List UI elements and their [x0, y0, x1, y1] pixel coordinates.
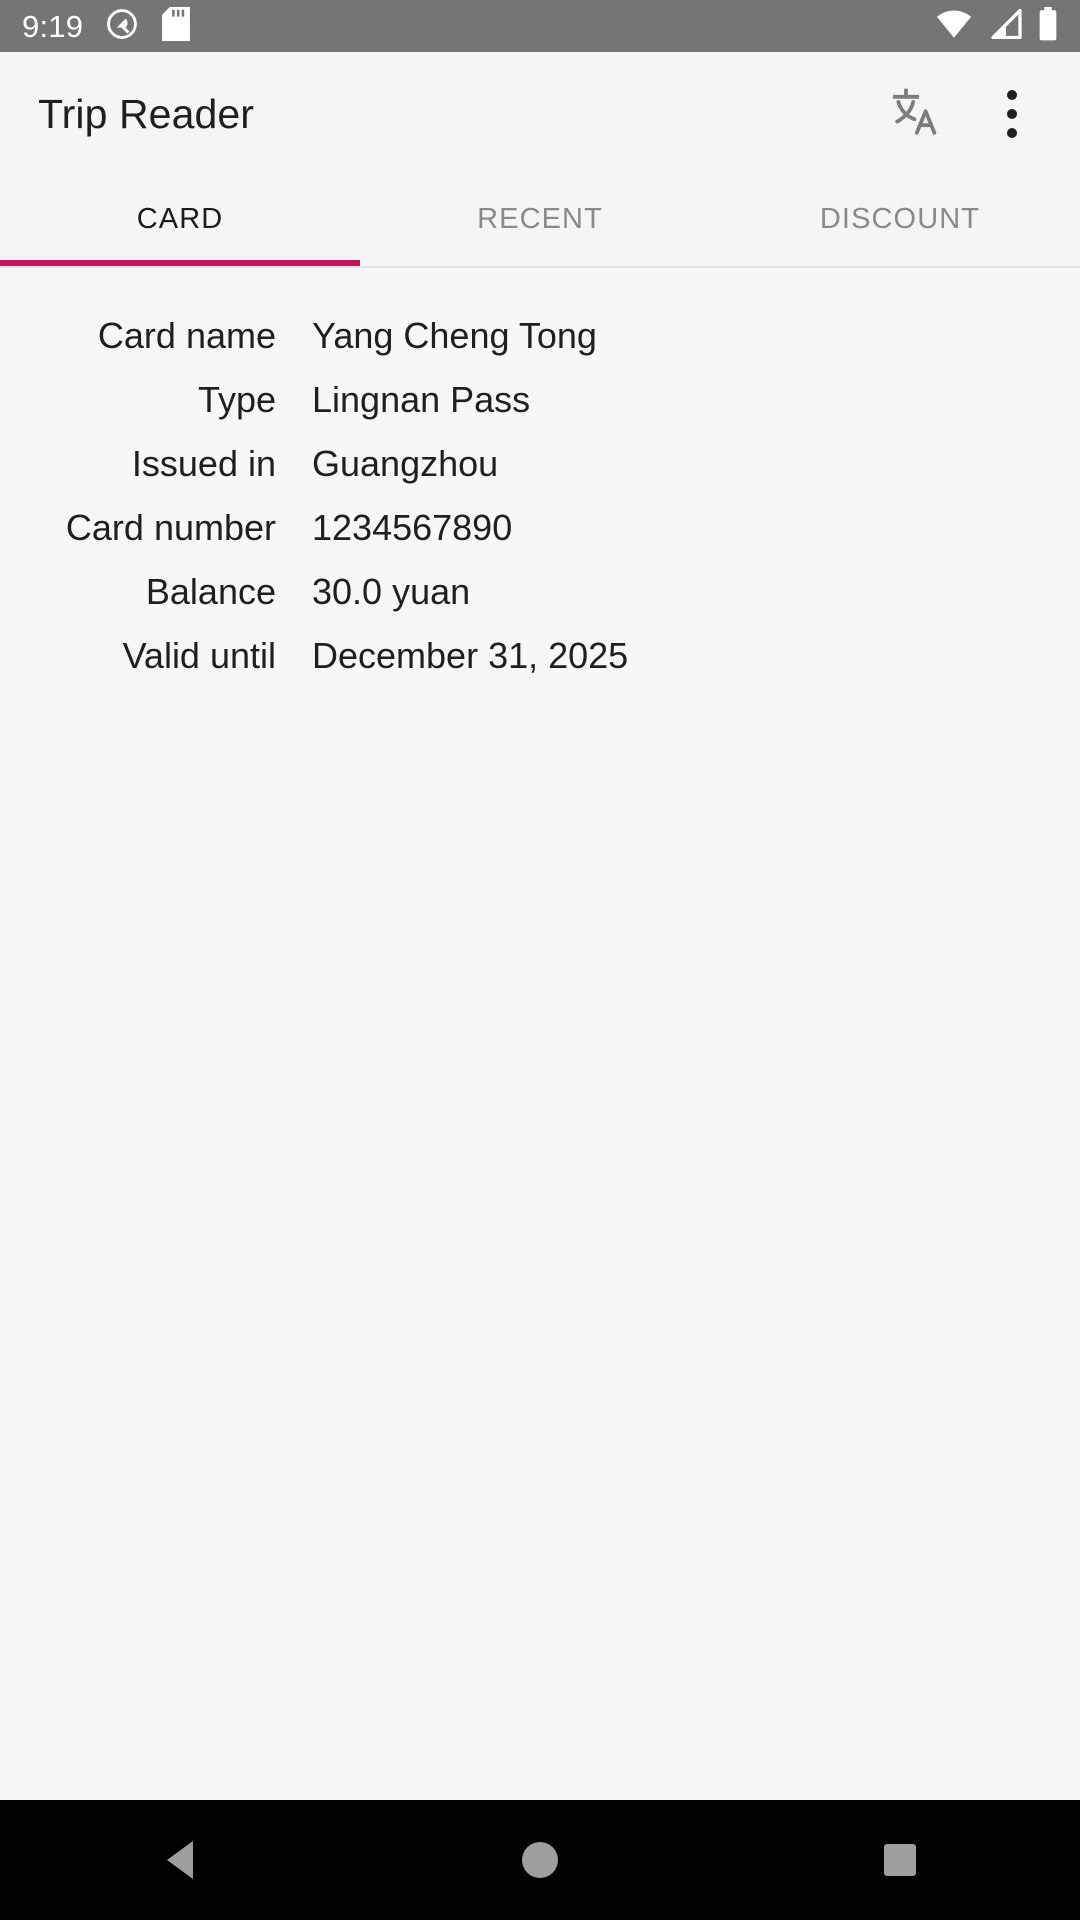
row-label: Card name [97, 315, 276, 356]
tab-active-indicator [0, 260, 360, 266]
tab-recent[interactable]: RECENT [360, 176, 720, 266]
nav-recents-button[interactable] [825, 1800, 975, 1920]
overflow-menu-button[interactable] [968, 70, 1056, 158]
home-circle-icon [522, 1842, 558, 1878]
row-value: 1234567890 [312, 507, 513, 548]
card-details-table: Card name Yang Cheng Tong Type Lingnan P… [0, 304, 1080, 688]
table-row: Type Lingnan Pass [0, 368, 1080, 432]
row-value: December 31, 2025 [312, 635, 629, 676]
cellular-signal-icon [988, 8, 1022, 44]
table-row: Card name Yang Cheng Tong [0, 304, 1080, 368]
translate-button[interactable] [872, 70, 960, 158]
table-row: Balance 30.0 yuan [0, 560, 1080, 624]
row-label: Valid until [122, 635, 276, 676]
row-label: Issued in [131, 443, 276, 484]
row-value: Yang Cheng Tong [312, 315, 597, 356]
row-value: Guangzhou [312, 443, 499, 484]
tab-discount-label: DISCOUNT [819, 202, 981, 235]
phone-screen: 9:19 Trip Reader CARD RECENT DISCOUNT Ca… [0, 0, 1080, 1920]
status-bar-left: 9:19 [22, 6, 191, 46]
row-label: Card number [65, 507, 276, 548]
status-bar: 9:19 [0, 0, 1080, 52]
tab-card-label: CARD [136, 202, 224, 235]
battery-icon [1038, 6, 1058, 46]
tab-recent-label: RECENT [477, 202, 603, 235]
app-bar-actions [872, 70, 1056, 158]
row-value: 30.0 yuan [312, 571, 471, 612]
card-details-panel: Card name Yang Cheng Tong Type Lingnan P… [0, 268, 1080, 1800]
nav-back-button[interactable] [105, 1800, 255, 1920]
android-q-icon [105, 7, 139, 46]
status-bar-clock: 9:19 [22, 8, 84, 44]
row-label: Balance [145, 571, 276, 612]
recents-square-icon [884, 1844, 916, 1876]
tab-card[interactable]: CARD [0, 176, 360, 266]
wifi-icon [936, 9, 972, 44]
app-bar: Trip Reader [0, 52, 1080, 176]
table-row: Card number 1234567890 [0, 496, 1080, 560]
row-value: Lingnan Pass [312, 379, 531, 420]
back-triangle-icon [167, 1841, 193, 1879]
translate-icon [890, 86, 942, 143]
tab-bar: CARD RECENT DISCOUNT [0, 176, 1080, 268]
page-title: Trip Reader [38, 90, 255, 137]
row-label: Type [197, 379, 276, 420]
status-bar-right [936, 6, 1058, 46]
tab-discount[interactable]: DISCOUNT [720, 176, 1080, 266]
table-row: Issued in Guangzhou [0, 432, 1080, 496]
more-vert-icon [1007, 90, 1017, 138]
nav-home-button[interactable] [465, 1800, 615, 1920]
system-navigation-bar [0, 1800, 1080, 1920]
sd-card-icon [161, 6, 191, 46]
table-row: Valid until December 31, 2025 [0, 624, 1080, 688]
